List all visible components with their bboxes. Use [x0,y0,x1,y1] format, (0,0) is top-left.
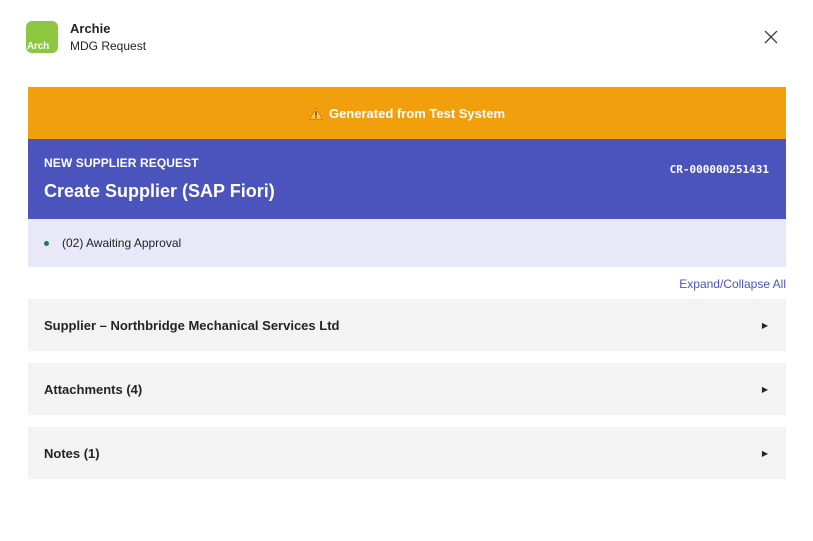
expand-collapse-all-link[interactable]: Expand/Collapse All [679,277,786,291]
change-request-number: CR-000000251431 [669,163,769,176]
section-label: Supplier – Northbridge Mechanical Servic… [44,317,340,333]
request-type: NEW SUPPLIER REQUEST [44,156,199,170]
request-title: Create Supplier (SAP Fiori) [44,181,275,201]
banner-text: Generated from Test System [328,105,506,121]
app-header: Arch Archie MDG Request [0,0,813,80]
app-avatar: Arch [26,21,58,53]
close-button[interactable] [762,28,780,46]
caret-right-icon: ▶ [761,320,768,330]
status-bar: (02) Awaiting Approval [28,219,786,267]
status-text: (02) Awaiting Approval [62,236,182,250]
app-name: Archie [70,21,111,36]
section-notes[interactable]: Notes (1) ▶ [28,427,786,479]
status-dot-icon [44,240,49,246]
app-subtitle: MDG Request [70,39,147,53]
section-label: Attachments (4) [44,381,143,397]
warning-icon [308,106,323,120]
section-supplier[interactable]: Supplier – Northbridge Mechanical Servic… [28,299,786,351]
test-system-banner: Generated from Test System [28,87,786,139]
close-icon [764,30,778,44]
section-label: Notes (1) [44,445,100,461]
caret-right-icon: ▶ [761,384,768,394]
caret-right-icon: ▶ [761,448,768,458]
section-attachments[interactable]: Attachments (4) ▶ [28,363,786,415]
request-title-card: NEW SUPPLIER REQUEST Create Supplier (SA… [28,139,786,219]
avatar-text: Arch [27,41,49,52]
